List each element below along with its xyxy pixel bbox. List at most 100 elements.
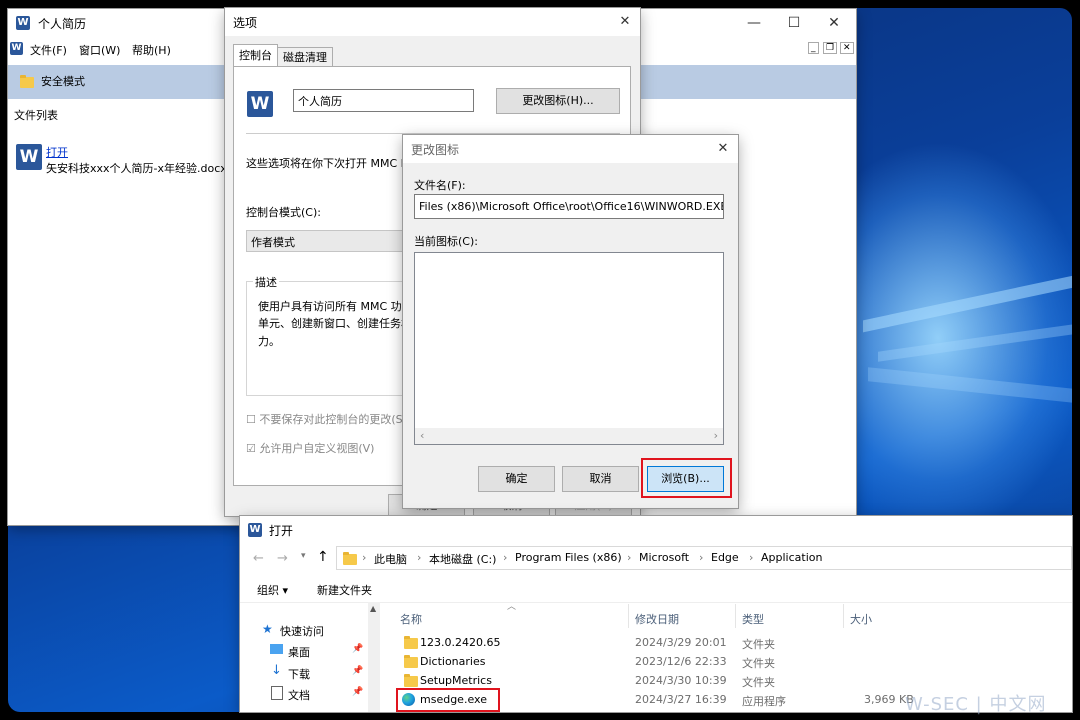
download-icon: ↓: [271, 663, 282, 678]
nav-documents[interactable]: 文档: [288, 687, 310, 703]
mdi-close-icon[interactable]: ✕: [840, 42, 854, 54]
quick-access-icon: ★: [262, 622, 273, 636]
breadcrumb-item[interactable]: Microsoft: [639, 551, 689, 564]
breadcrumb-sep-icon: ›: [749, 551, 754, 564]
breadcrumb-item[interactable]: 本地磁盘 (C:): [429, 551, 496, 567]
tab-console-label: 控制台: [239, 49, 272, 62]
file-date: 2024/3/27 16:39: [635, 693, 727, 706]
forward-arrow-icon[interactable]: →: [277, 551, 288, 566]
menu-file[interactable]: 文件(F): [30, 42, 67, 58]
menu-help[interactable]: 帮助(H): [132, 42, 171, 58]
msedge-highlight-box: [396, 688, 500, 712]
nav-downloads[interactable]: 下载: [288, 666, 310, 682]
no-save-label: 不要保存对此控制台的更改(S): [259, 413, 407, 426]
recent-dropdown-icon[interactable]: ▾: [301, 551, 306, 561]
options-close-button[interactable]: ✕: [610, 8, 640, 36]
custom-view-checkbox[interactable]: ☑ 允许用户自定义视图(V): [246, 440, 374, 456]
breadcrumb-sep-icon: ›: [362, 551, 367, 564]
col-size[interactable]: 大小: [850, 611, 872, 627]
word-small-icon: W: [10, 42, 23, 55]
nav-desktop[interactable]: 桌面: [288, 644, 310, 660]
breadcrumb-item[interactable]: Edge: [711, 551, 739, 564]
file-list-label: 文件列表: [14, 109, 58, 122]
console-mode-value: 作者模式: [251, 236, 295, 249]
nav-quick-access[interactable]: 快速访问: [280, 623, 324, 639]
open-titlebar: W 打开: [240, 516, 1072, 544]
info-text: 这些选项将在你下次打开 MMC E: [246, 157, 408, 170]
new-folder-button[interactable]: 新建文件夹: [317, 582, 372, 598]
file-type: 文件夹: [742, 638, 775, 651]
col-divider: [628, 604, 629, 628]
watermark: W-SEC | 中文网: [905, 694, 1047, 715]
breadcrumb-item[interactable]: Application: [761, 551, 822, 564]
change-icon-ok-button[interactable]: 确定: [478, 466, 555, 492]
recent-file-name[interactable]: 矢安科技xxx个人简历-x年经验.docx: [46, 160, 227, 176]
maximize-button[interactable]: ☐: [774, 9, 814, 37]
col-divider: [843, 604, 844, 628]
horizontal-scrollbar[interactable]: ‹ ›: [415, 428, 723, 444]
file-date: 2024/3/30 10:39: [635, 674, 727, 687]
breadcrumb-item[interactable]: 此电脑: [374, 551, 407, 567]
pin-icon: 📌: [352, 687, 364, 697]
description-legend: 描述: [253, 274, 279, 290]
pin-icon: 📌: [352, 644, 364, 654]
col-type[interactable]: 类型: [742, 611, 764, 627]
change-icon-titlebar: 更改图标: [403, 135, 738, 163]
options-title: 选项: [233, 15, 258, 30]
file-name-input[interactable]: Files (x86)\Microsoft Office\root\Office…: [414, 194, 724, 219]
folder-icon: [404, 636, 418, 649]
minimize-button[interactable]: —: [734, 9, 774, 37]
tab-disk-cleanup-label: 磁盘清理: [283, 51, 327, 64]
mdi-restore-icon[interactable]: ❐: [823, 42, 838, 54]
current-icon-label: 当前图标(C):: [414, 235, 478, 248]
open-file-dialog: W 打开 ← → ▾ ↑ › 此电脑 › 本地磁盘 (C:) › Program…: [240, 516, 1072, 712]
pin-icon: 📌: [352, 666, 364, 676]
file-name-value: Files (x86)\Microsoft Office\root\Office…: [419, 200, 724, 213]
word-doc-icon: W: [16, 144, 42, 170]
custom-view-label: 允许用户自定义视图(V): [259, 442, 375, 455]
file-row[interactable]: 123.0.2420.65 2024/3/29 20:01 文件夹: [392, 633, 1072, 652]
change-icon-button-label: 更改图标(H)...: [522, 94, 594, 107]
change-icon-ok-label: 确定: [505, 472, 528, 485]
change-icon-dialog: 更改图标 ✕ 文件名(F): Files (x86)\Microsoft Off…: [403, 135, 738, 508]
nav-pane: ▲ ★ 快速访问 桌面 📌 ↓ 下载 📌 文档 📌: [240, 602, 380, 712]
breadcrumb[interactable]: › 此电脑 › 本地磁盘 (C:) › Program Files (x86) …: [336, 546, 1072, 570]
menu-window[interactable]: 窗口(W): [79, 42, 120, 58]
scroll-up-icon[interactable]: ▲: [370, 604, 376, 613]
console-name-field[interactable]: 个人简历: [293, 89, 474, 112]
file-type: 应用程序: [742, 695, 786, 708]
file-type: 文件夹: [742, 676, 775, 689]
file-name: Dictionaries: [420, 655, 486, 668]
close-button[interactable]: ✕: [814, 9, 854, 37]
separator: [246, 133, 620, 134]
file-date: 2024/3/29 20:01: [635, 636, 727, 649]
icon-list[interactable]: ‹ ›: [414, 252, 724, 445]
tab-console[interactable]: 控制台: [233, 44, 278, 67]
organize-button[interactable]: 组织 ▾: [257, 582, 288, 598]
mdi-minimize-icon[interactable]: _: [808, 42, 819, 54]
tab-disk-cleanup[interactable]: 磁盘清理: [277, 47, 333, 67]
command-bar: 组织 ▾ 新建文件夹: [240, 576, 1072, 603]
folder-icon: [404, 655, 418, 668]
file-date: 2023/12/6 22:33: [635, 655, 727, 668]
col-name[interactable]: 名称: [400, 611, 422, 627]
window-title: 个人简历: [38, 16, 87, 31]
word-icon: W: [248, 523, 262, 537]
breadcrumb-item[interactable]: Program Files (x86): [515, 551, 622, 564]
change-icon-button[interactable]: 更改图标(H)...: [496, 88, 620, 114]
back-arrow-icon[interactable]: ←: [253, 551, 264, 566]
scroll-right-icon[interactable]: ›: [714, 429, 718, 442]
no-save-checkbox[interactable]: ☐ 不要保存对此控制台的更改(S): [246, 411, 407, 427]
nav-scrollbar[interactable]: ▲: [368, 602, 380, 712]
change-icon-cancel-button[interactable]: 取消: [562, 466, 639, 492]
file-name-label: 文件名(F):: [414, 179, 466, 192]
file-row[interactable]: Dictionaries 2023/12/6 22:33 文件夹: [392, 652, 1072, 671]
scroll-left-icon[interactable]: ‹: [420, 429, 424, 442]
description-line-3: 力。: [258, 335, 280, 348]
options-titlebar: 选项: [225, 8, 640, 36]
change-icon-close-button[interactable]: ✕: [708, 135, 738, 163]
file-name: 123.0.2420.65: [420, 636, 501, 649]
open-link[interactable]: 打开: [46, 144, 68, 160]
col-date[interactable]: 修改日期: [635, 611, 679, 627]
up-arrow-icon[interactable]: ↑: [317, 549, 329, 565]
